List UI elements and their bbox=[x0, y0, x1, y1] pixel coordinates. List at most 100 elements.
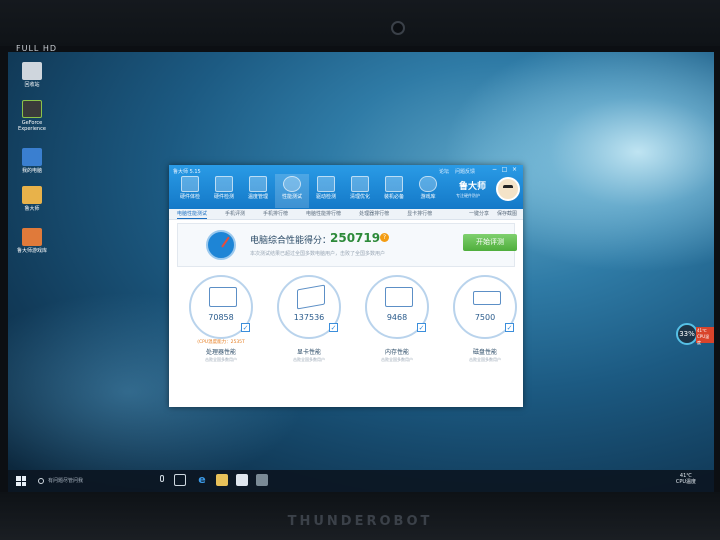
hardware-check-icon bbox=[181, 176, 199, 192]
share-button[interactable]: 一键分享 bbox=[469, 209, 489, 220]
tab-hardware-detect[interactable]: 硬件检测 bbox=[207, 174, 241, 208]
close-button[interactable]: × bbox=[511, 167, 518, 173]
window-controls: − □ × bbox=[491, 167, 518, 173]
photo-frame: FULL HD 回收站 GeForce Experience 我的电脑 鲁大师 … bbox=[0, 0, 720, 540]
subtab-pc-rank[interactable]: 电脑性能排行榜 bbox=[306, 209, 341, 219]
tab-driver[interactable]: 驱动检测 bbox=[309, 174, 343, 208]
check-icon: ✓ bbox=[241, 323, 250, 332]
taskbar: 有问题尽管问我 e 41℃ CPU温度 bbox=[8, 470, 714, 492]
tab-gamelib[interactable]: 游戏库 bbox=[411, 174, 445, 208]
speedometer-icon bbox=[283, 176, 301, 192]
webcam-icon bbox=[391, 21, 405, 35]
minimize-button[interactable]: − bbox=[491, 167, 498, 173]
desktop-icon-gamelib[interactable]: 鲁大师游戏库 bbox=[12, 228, 52, 254]
tab-cleanup[interactable]: 清理优化 bbox=[343, 174, 377, 208]
tray-temperature[interactable]: 41℃ CPU温度 bbox=[676, 473, 696, 485]
ludashi-desktop-icon bbox=[22, 186, 42, 204]
subtab-phone-rank[interactable]: 手机排行榜 bbox=[263, 209, 288, 219]
ludashi-window: 鲁大师 5.15 论坛 问题反馈 − □ × 硬件体检 硬件检测 温度管理 性能… bbox=[169, 165, 523, 407]
my-computer-icon bbox=[22, 148, 42, 166]
desktop-icon-recycle-bin[interactable]: 回收站 bbox=[12, 62, 52, 88]
save-screenshot-button[interactable]: 保存截图 bbox=[497, 209, 517, 220]
temperature-chart-icon bbox=[249, 176, 267, 192]
score-subtitle: 本次测试结果已超过全国多数电脑用户，击败了全国多数用户 bbox=[250, 251, 386, 257]
metric-note: (CPU温度能力：2535T bbox=[197, 340, 245, 345]
metric-caption: 击败全国多数用户 bbox=[293, 357, 325, 362]
metrics-row: 70858 ✓ (CPU温度能力：2535T 处理器性能 击败全国多数用户 13… bbox=[183, 273, 517, 405]
graphics-card-icon bbox=[297, 284, 325, 310]
apps-cube-icon bbox=[385, 176, 403, 192]
search-box[interactable]: 有问题尽管问我 bbox=[32, 474, 192, 488]
edge-browser-icon[interactable]: e bbox=[196, 474, 208, 486]
metric-cpu[interactable]: 70858 ✓ (CPU温度能力：2535T 处理器性能 击败全国多数用户 bbox=[183, 273, 259, 405]
window-titlebar: 鲁大师 5.15 论坛 问题反馈 − □ × 硬件体检 硬件检测 温度管理 性能… bbox=[169, 165, 523, 209]
tray-temp-label: CPU温度 bbox=[675, 479, 696, 485]
tab-hardware-check[interactable]: 硬件体检 bbox=[173, 174, 207, 208]
sub-actions: 一键分享 保存截图 bbox=[469, 209, 517, 220]
check-icon: ✓ bbox=[505, 323, 514, 332]
metric-memory[interactable]: 9468 ✓ 内存性能 击败全国多数用户 bbox=[359, 273, 435, 405]
score-panel: 电脑综合性能得分： 250719 ? 本次测试结果已超过全国多数电脑用户，击败了… bbox=[177, 223, 517, 267]
temperature-widget[interactable]: 33% 41℃ CPU温度 bbox=[676, 323, 714, 345]
check-icon: ✓ bbox=[417, 323, 426, 332]
tab-temperature[interactable]: 温度管理 bbox=[241, 174, 275, 208]
score-value: 250719 bbox=[330, 231, 381, 245]
geforce-experience-icon bbox=[22, 100, 42, 118]
windows-start-icon[interactable] bbox=[16, 476, 26, 486]
metric-gpu[interactable]: 137536 ✓ 显卡性能 击败全国多数用户 bbox=[271, 273, 347, 405]
broom-icon bbox=[351, 176, 369, 192]
brand-name: 鲁大师 bbox=[459, 182, 487, 192]
desktop-icon-my-computer[interactable]: 我的电脑 bbox=[12, 148, 52, 174]
maximize-button[interactable]: □ bbox=[501, 167, 508, 173]
metric-caption: 击败全国多数用户 bbox=[381, 357, 413, 362]
check-icon: ✓ bbox=[329, 323, 338, 332]
top-tabs: 硬件体检 硬件检测 温度管理 性能测试 驱动检测 清理优化 装机必备 游戏库 bbox=[173, 174, 445, 208]
sub-tabs: 电脑性能测试 手机评测 手机排行榜 电脑性能排行榜 处理器排行榜 显卡排行榜 一… bbox=[169, 209, 523, 220]
feedback-link[interactable]: 问题反馈 bbox=[455, 168, 475, 175]
subtab-pc-test[interactable]: 电脑性能测试 bbox=[177, 209, 208, 219]
driver-icon bbox=[317, 176, 335, 192]
metric-name: 处理器性能 bbox=[205, 349, 236, 356]
temp-label: CPU温度 bbox=[697, 334, 710, 345]
metric-disk[interactable]: 7500 ✓ 磁盘性能 击败全国多数用户 bbox=[447, 273, 523, 405]
metric-value: 70858 bbox=[208, 313, 234, 322]
metric-value: 9468 bbox=[386, 313, 408, 322]
desktop-screen: 回收站 GeForce Experience 我的电脑 鲁大师 鲁大师游戏库 3… bbox=[8, 52, 714, 492]
desktop-icon-ludashi[interactable]: 鲁大师 bbox=[12, 186, 52, 212]
memory-chip-icon bbox=[385, 287, 413, 307]
ludashi-gamelib-icon bbox=[22, 228, 42, 246]
temp-box: 41℃ CPU温度 bbox=[696, 327, 714, 345]
tab-performance[interactable]: 性能测试 bbox=[275, 174, 309, 208]
metric-name: 磁盘性能 bbox=[472, 349, 497, 356]
gamepad-icon bbox=[419, 176, 437, 192]
metric-name: 内存性能 bbox=[384, 349, 409, 356]
monitor-icon bbox=[209, 287, 237, 307]
hard-disk-icon bbox=[473, 291, 501, 305]
recycle-bin-icon bbox=[22, 62, 42, 80]
metric-name: 显卡性能 bbox=[296, 349, 321, 356]
file-explorer-icon[interactable] bbox=[216, 474, 228, 486]
brand-subtitle: 专注硬件防护 bbox=[456, 193, 480, 198]
help-icon[interactable]: ? bbox=[380, 233, 389, 242]
hardware-detect-icon bbox=[215, 176, 233, 192]
desktop-icon-geforce[interactable]: GeForce Experience bbox=[12, 100, 52, 132]
metric-caption: 击败全国多数用户 bbox=[469, 357, 501, 362]
store-icon[interactable] bbox=[236, 474, 248, 486]
score-label: 电脑综合性能得分： bbox=[250, 236, 332, 246]
subtab-gpu-rank[interactable]: 显卡排行榜 bbox=[407, 209, 432, 219]
laptop-bezel-top bbox=[0, 0, 720, 46]
gauge-needle bbox=[221, 236, 230, 248]
ludashi-avatar bbox=[496, 177, 520, 201]
microphone-icon[interactable] bbox=[160, 475, 164, 482]
cpu-usage-circle: 33% bbox=[676, 323, 698, 345]
start-test-button[interactable]: 开始评测 bbox=[463, 234, 517, 251]
task-view-icon[interactable] bbox=[174, 474, 186, 486]
subtab-phone-test[interactable]: 手机评测 bbox=[225, 209, 245, 219]
subtab-cpu-rank[interactable]: 处理器排行榜 bbox=[359, 209, 389, 219]
cortana-icon bbox=[38, 478, 44, 484]
metric-value: 137536 bbox=[293, 313, 325, 322]
metric-caption: 击败全国多数用户 bbox=[205, 357, 237, 362]
gauge-icon bbox=[206, 230, 236, 260]
ludashi-taskbar-icon[interactable] bbox=[256, 474, 268, 486]
tab-essentials[interactable]: 装机必备 bbox=[377, 174, 411, 208]
